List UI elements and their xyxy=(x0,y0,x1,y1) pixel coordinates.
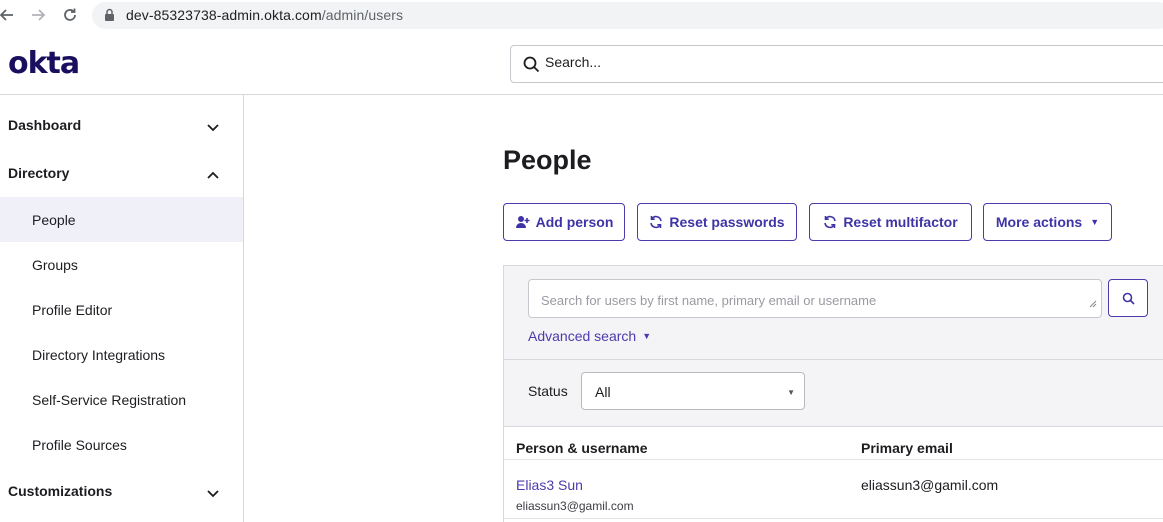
url-text: dev-85323738-admin.okta.com/admin/users xyxy=(126,7,404,23)
sidebar: Dashboard Directory People Groups Profil… xyxy=(0,95,244,522)
search-icon xyxy=(523,56,540,78)
sidebar-section-label: Dashboard xyxy=(8,117,82,133)
sidebar-item-groups[interactable]: Groups xyxy=(0,242,243,287)
sidebar-item-profile-sources[interactable]: Profile Sources xyxy=(0,422,243,467)
user-name-link[interactable]: Elias3 Sun xyxy=(516,477,583,493)
page-title: People xyxy=(503,145,592,175)
forward-arrow-icon[interactable] xyxy=(27,4,49,26)
sidebar-section-customizations[interactable]: Customizations xyxy=(0,473,243,509)
user-search-input[interactable]: Search for users by first name, primary … xyxy=(528,279,1102,318)
more-actions-button[interactable]: More actions ▼ xyxy=(983,203,1112,241)
sidebar-item-label: Profile Editor xyxy=(32,302,113,318)
reload-icon[interactable] xyxy=(59,4,81,26)
sidebar-item-profile-editor[interactable]: Profile Editor xyxy=(0,287,243,332)
advanced-search-link[interactable]: Advanced search ▼ xyxy=(528,328,651,344)
add-person-label: Add person xyxy=(535,214,614,230)
global-search[interactable] xyxy=(510,45,1163,83)
add-person-icon xyxy=(515,216,530,228)
users-table: Person & username Primary email Elias3 S… xyxy=(504,427,1163,522)
reset-multifactor-button[interactable]: Reset multifactor xyxy=(809,203,972,241)
reset-multifactor-label: Reset multifactor xyxy=(843,214,958,230)
sidebar-item-label: Self-Service Registration xyxy=(32,392,187,408)
status-filter-value: All xyxy=(595,384,611,400)
column-header-email[interactable]: Primary email xyxy=(861,440,953,456)
add-person-button[interactable]: Add person xyxy=(503,203,625,241)
refresh-icon xyxy=(650,215,663,229)
user-email: eliassun3@gamil.com xyxy=(861,477,999,493)
sidebar-section-directory[interactable]: Directory xyxy=(0,155,243,191)
refresh-icon xyxy=(824,215,837,229)
reset-passwords-button[interactable]: Reset passwords xyxy=(637,203,797,241)
sidebar-section-label: Directory xyxy=(8,165,70,181)
sidebar-item-label: People xyxy=(32,212,76,228)
okta-logo[interactable]: okta xyxy=(8,46,80,81)
divider xyxy=(504,518,1163,519)
sidebar-item-people[interactable]: People xyxy=(0,197,243,242)
lock-icon xyxy=(104,8,115,27)
browser-toolbar: dev-85323738-admin.okta.com/admin/users xyxy=(0,0,1163,32)
caret-down-icon: ▼ xyxy=(1090,217,1100,227)
user-username: eliassun3@gamil.com xyxy=(516,499,634,513)
user-search-button[interactable] xyxy=(1108,279,1148,317)
users-panel: Search for users by first name, primary … xyxy=(503,265,1163,522)
global-search-input[interactable] xyxy=(545,54,1045,70)
advanced-search-label: Advanced search xyxy=(528,328,637,344)
sidebar-item-label: Profile Sources xyxy=(32,437,127,453)
chevron-up-icon xyxy=(206,167,220,185)
app-header: okta xyxy=(0,33,1163,95)
reset-passwords-label: Reset passwords xyxy=(669,214,785,230)
sidebar-item-label: Groups xyxy=(32,257,78,273)
caret-down-icon: ▼ xyxy=(642,331,652,341)
chevron-down-icon xyxy=(206,485,220,503)
sidebar-item-directory-integrations[interactable]: Directory Integrations xyxy=(0,332,243,377)
divider xyxy=(504,359,1163,360)
column-header-person[interactable]: Person & username xyxy=(516,440,648,456)
caret-down-icon: ▼ xyxy=(787,388,795,397)
resize-handle-icon[interactable] xyxy=(1089,295,1097,313)
divider xyxy=(504,459,1163,460)
back-arrow-icon[interactable] xyxy=(0,4,18,26)
sidebar-item-self-service-registration[interactable]: Self-Service Registration xyxy=(0,377,243,422)
search-icon xyxy=(1122,292,1135,305)
sidebar-section-label: Customizations xyxy=(8,483,113,499)
more-actions-label: More actions xyxy=(995,214,1083,230)
chevron-down-icon xyxy=(206,119,220,137)
sidebar-section-dashboard[interactable]: Dashboard xyxy=(0,107,243,143)
status-filter-select[interactable]: All ▼ xyxy=(581,372,805,410)
sidebar-item-label: Directory Integrations xyxy=(32,347,166,363)
status-filter-label: Status xyxy=(528,383,568,399)
user-search-placeholder: Search for users by first name, primary … xyxy=(541,293,877,308)
